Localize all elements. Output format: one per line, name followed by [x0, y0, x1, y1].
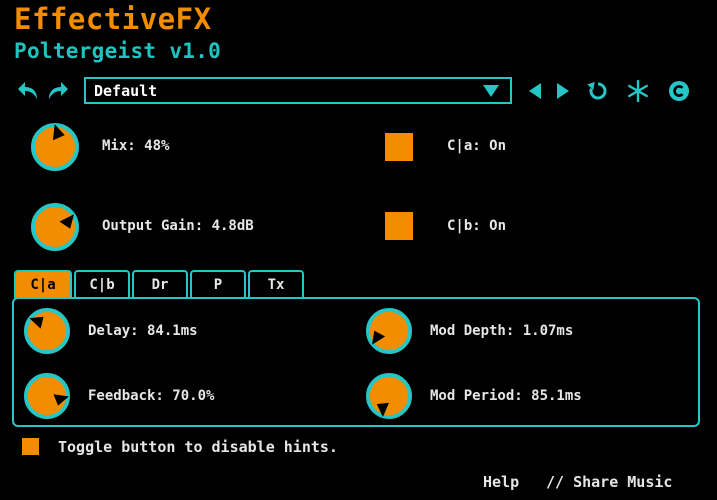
- tab-cb[interactable]: C|b: [74, 270, 130, 298]
- preset-value: Default: [94, 81, 158, 100]
- share-music-link[interactable]: // Share Music: [546, 473, 672, 491]
- tab-ca[interactable]: C|a: [14, 270, 72, 298]
- app-title: EffectiveFX: [14, 2, 212, 36]
- app-subtitle: Poltergeist v1.0: [14, 39, 222, 63]
- undo-icon: [18, 82, 37, 99]
- next-icon: [557, 83, 569, 99]
- knob-graphic: [23, 308, 70, 354]
- randomize-button[interactable]: [626, 79, 650, 103]
- reset-button[interactable]: [586, 79, 610, 103]
- tab-p[interactable]: P: [190, 270, 246, 298]
- help-link[interactable]: Help: [483, 473, 519, 491]
- mod-depth-knob[interactable]: [366, 308, 412, 354]
- tab-dr[interactable]: Dr: [132, 270, 188, 298]
- undo-button[interactable]: [16, 80, 40, 102]
- cb-toggle-button[interactable]: [385, 212, 413, 240]
- about-button[interactable]: [667, 79, 691, 103]
- next-preset-button[interactable]: [554, 81, 572, 101]
- mix-knob[interactable]: [31, 123, 79, 171]
- knob-graphic: [23, 373, 70, 419]
- output-gain-knob[interactable]: [31, 203, 79, 251]
- hints-toggle-button[interactable]: [22, 438, 39, 455]
- mod-period-label: Mod Period: 85.1ms: [430, 388, 582, 404]
- redo-icon: [49, 82, 68, 99]
- section-tabs: C|a C|b Dr P Tx: [14, 270, 306, 298]
- previous-preset-button[interactable]: [526, 81, 544, 101]
- output-gain-label: Output Gain: 4.8dB: [102, 218, 254, 234]
- delay-label: Delay: 84.1ms: [88, 323, 198, 339]
- tab-tx[interactable]: Tx: [248, 270, 304, 298]
- feedback-label: Feedback: 70.0%: [88, 388, 215, 404]
- redo-button[interactable]: [46, 80, 70, 102]
- randomize-icon: [628, 80, 648, 102]
- previous-icon: [529, 83, 541, 99]
- copyright-icon: [669, 81, 689, 101]
- knob-graphic: [31, 123, 79, 171]
- feedback-knob[interactable]: [23, 373, 70, 419]
- mod-period-knob[interactable]: [366, 373, 412, 419]
- reset-icon: [587, 81, 607, 100]
- knob-graphic: [31, 203, 79, 251]
- chevron-down-icon: [483, 85, 499, 97]
- delay-knob[interactable]: [23, 308, 70, 354]
- ca-toggle-label: C|a: On: [447, 138, 507, 154]
- cb-toggle-label: C|b: On: [447, 218, 507, 234]
- mod-depth-label: Mod Depth: 1.07ms: [430, 323, 574, 339]
- ca-toggle-button[interactable]: [385, 133, 413, 161]
- mix-label: Mix: 48%: [102, 138, 170, 154]
- knob-graphic: [366, 308, 412, 354]
- knob-graphic: [366, 373, 412, 419]
- tab-panel: [12, 297, 700, 427]
- preset-dropdown[interactable]: Default: [84, 77, 512, 104]
- hints-text: Toggle button to disable hints.: [58, 438, 338, 456]
